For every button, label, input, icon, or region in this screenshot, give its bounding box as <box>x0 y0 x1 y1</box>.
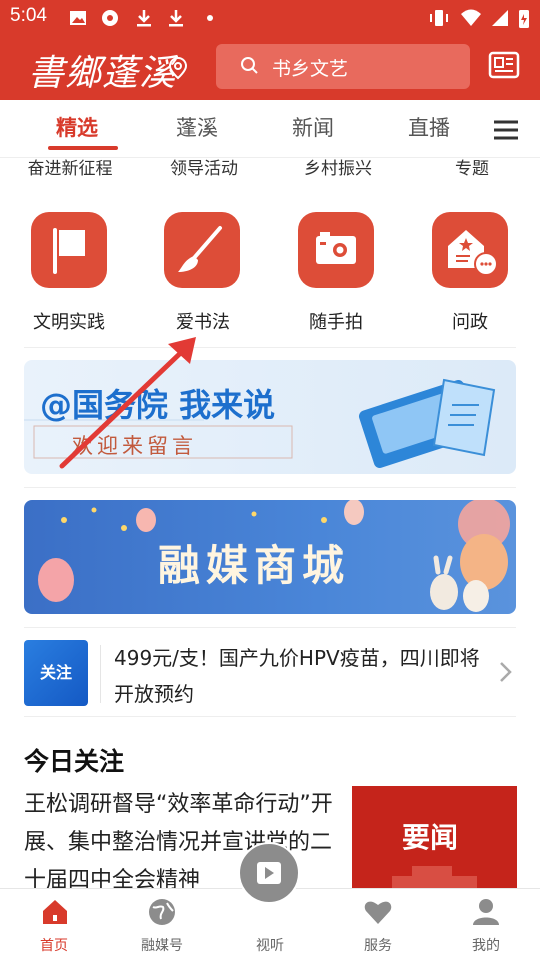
menu-icon[interactable] <box>493 119 519 141</box>
grid-label: 问政 <box>452 312 488 333</box>
brush-icon <box>178 226 222 272</box>
newspaper-icon[interactable] <box>488 50 520 80</box>
article-thumbnail[interactable]: 要闻 <box>352 786 517 896</box>
category-row: 奋进新征程 领导活动 乡村振兴 专题 <box>0 152 540 184</box>
globe-icon[interactable] <box>147 897 177 927</box>
ticker-headline[interactable]: 499元/支！国产九价HPV疫苗，四川即将开放预约 <box>114 640 484 712</box>
banner-title: @国务院 我来说 <box>40 386 276 424</box>
category-item[interactable]: 乡村振兴 <box>278 154 398 179</box>
camera-icon <box>316 232 356 264</box>
tab-news[interactable]: 新闻 <box>292 112 334 142</box>
active-tab-indicator <box>48 146 118 150</box>
category-item[interactable]: 奋进新征程 <box>10 154 130 179</box>
divider <box>24 716 516 717</box>
grid-label: 随手拍 <box>309 312 363 333</box>
attention-badge: 关注 <box>24 640 88 706</box>
grid-label: 文明实践 <box>33 312 105 333</box>
download-icon <box>137 10 151 27</box>
grid-label: 爱书法 <box>176 312 230 333</box>
house-chat-icon <box>448 230 498 276</box>
header-bar: 5:04 書鄉蓬溪 书乡文艺 <box>0 0 540 100</box>
user-icon[interactable] <box>471 897 501 927</box>
heart-icon[interactable] <box>363 897 393 927</box>
nav-service-label[interactable]: 服务 <box>338 935 418 955</box>
home-icon[interactable] <box>40 897 70 927</box>
flag-icon <box>53 228 85 274</box>
mall-banner[interactable]: 融媒商城 <box>24 500 516 614</box>
tab-live[interactable]: 直播 <box>408 112 450 142</box>
image-icon <box>70 11 86 25</box>
chevron-right-icon[interactable] <box>498 660 514 684</box>
disc-icon <box>102 10 118 26</box>
nav-video-label[interactable]: 视听 <box>230 935 310 955</box>
play-icon <box>257 862 281 884</box>
dot-icon <box>207 15 213 21</box>
download-icon <box>169 10 183 27</box>
building-decoration <box>392 866 477 896</box>
signal-icon <box>492 10 508 26</box>
nav-home-label[interactable]: 首页 <box>14 935 94 955</box>
gov-council-banner[interactable]: @国务院 我来说 欢迎来留言 <box>24 360 516 474</box>
video-button[interactable] <box>238 842 300 904</box>
location-icon[interactable] <box>168 56 188 80</box>
app-logo: 書鄉蓬溪 <box>28 53 177 94</box>
search-placeholder: 书乡文艺 <box>272 58 349 80</box>
nav-media-label[interactable]: 融媒号 <box>122 935 202 955</box>
grid-item-civilization[interactable] <box>31 212 107 288</box>
vibrate-icon <box>430 10 448 26</box>
grid-item-calligraphy[interactable] <box>164 212 240 288</box>
grid-item-inquiry[interactable] <box>432 212 508 288</box>
banner-title: 融媒商城 <box>158 541 351 590</box>
category-item[interactable]: 专题 <box>412 154 532 179</box>
app-screen: 5:04 書鄉蓬溪 书乡文艺 精选 蓬溪 新闻 直播 奋进新征程 领导活动 乡村… <box>0 0 540 960</box>
divider <box>24 627 516 628</box>
category-item[interactable]: 领导活动 <box>144 154 264 179</box>
grid-item-snapshot[interactable] <box>298 212 374 288</box>
divider <box>24 347 516 348</box>
section-title: 今日关注 <box>24 747 125 776</box>
banner-subtitle: 欢迎来留言 <box>72 434 197 458</box>
nav-mine-label[interactable]: 我的 <box>446 935 526 955</box>
tab-pengxi[interactable]: 蓬溪 <box>176 112 218 142</box>
search-icon <box>241 57 258 74</box>
status-time: 5:04 <box>10 5 47 26</box>
search-bar[interactable]: 书乡文艺 <box>216 44 470 89</box>
battery-icon <box>519 10 529 28</box>
status-bar: 5:04 <box>0 0 540 36</box>
divider <box>24 487 516 488</box>
tab-jingxuan[interactable]: 精选 <box>56 112 98 142</box>
ticker-divider <box>100 645 101 703</box>
wifi-icon <box>461 9 481 26</box>
